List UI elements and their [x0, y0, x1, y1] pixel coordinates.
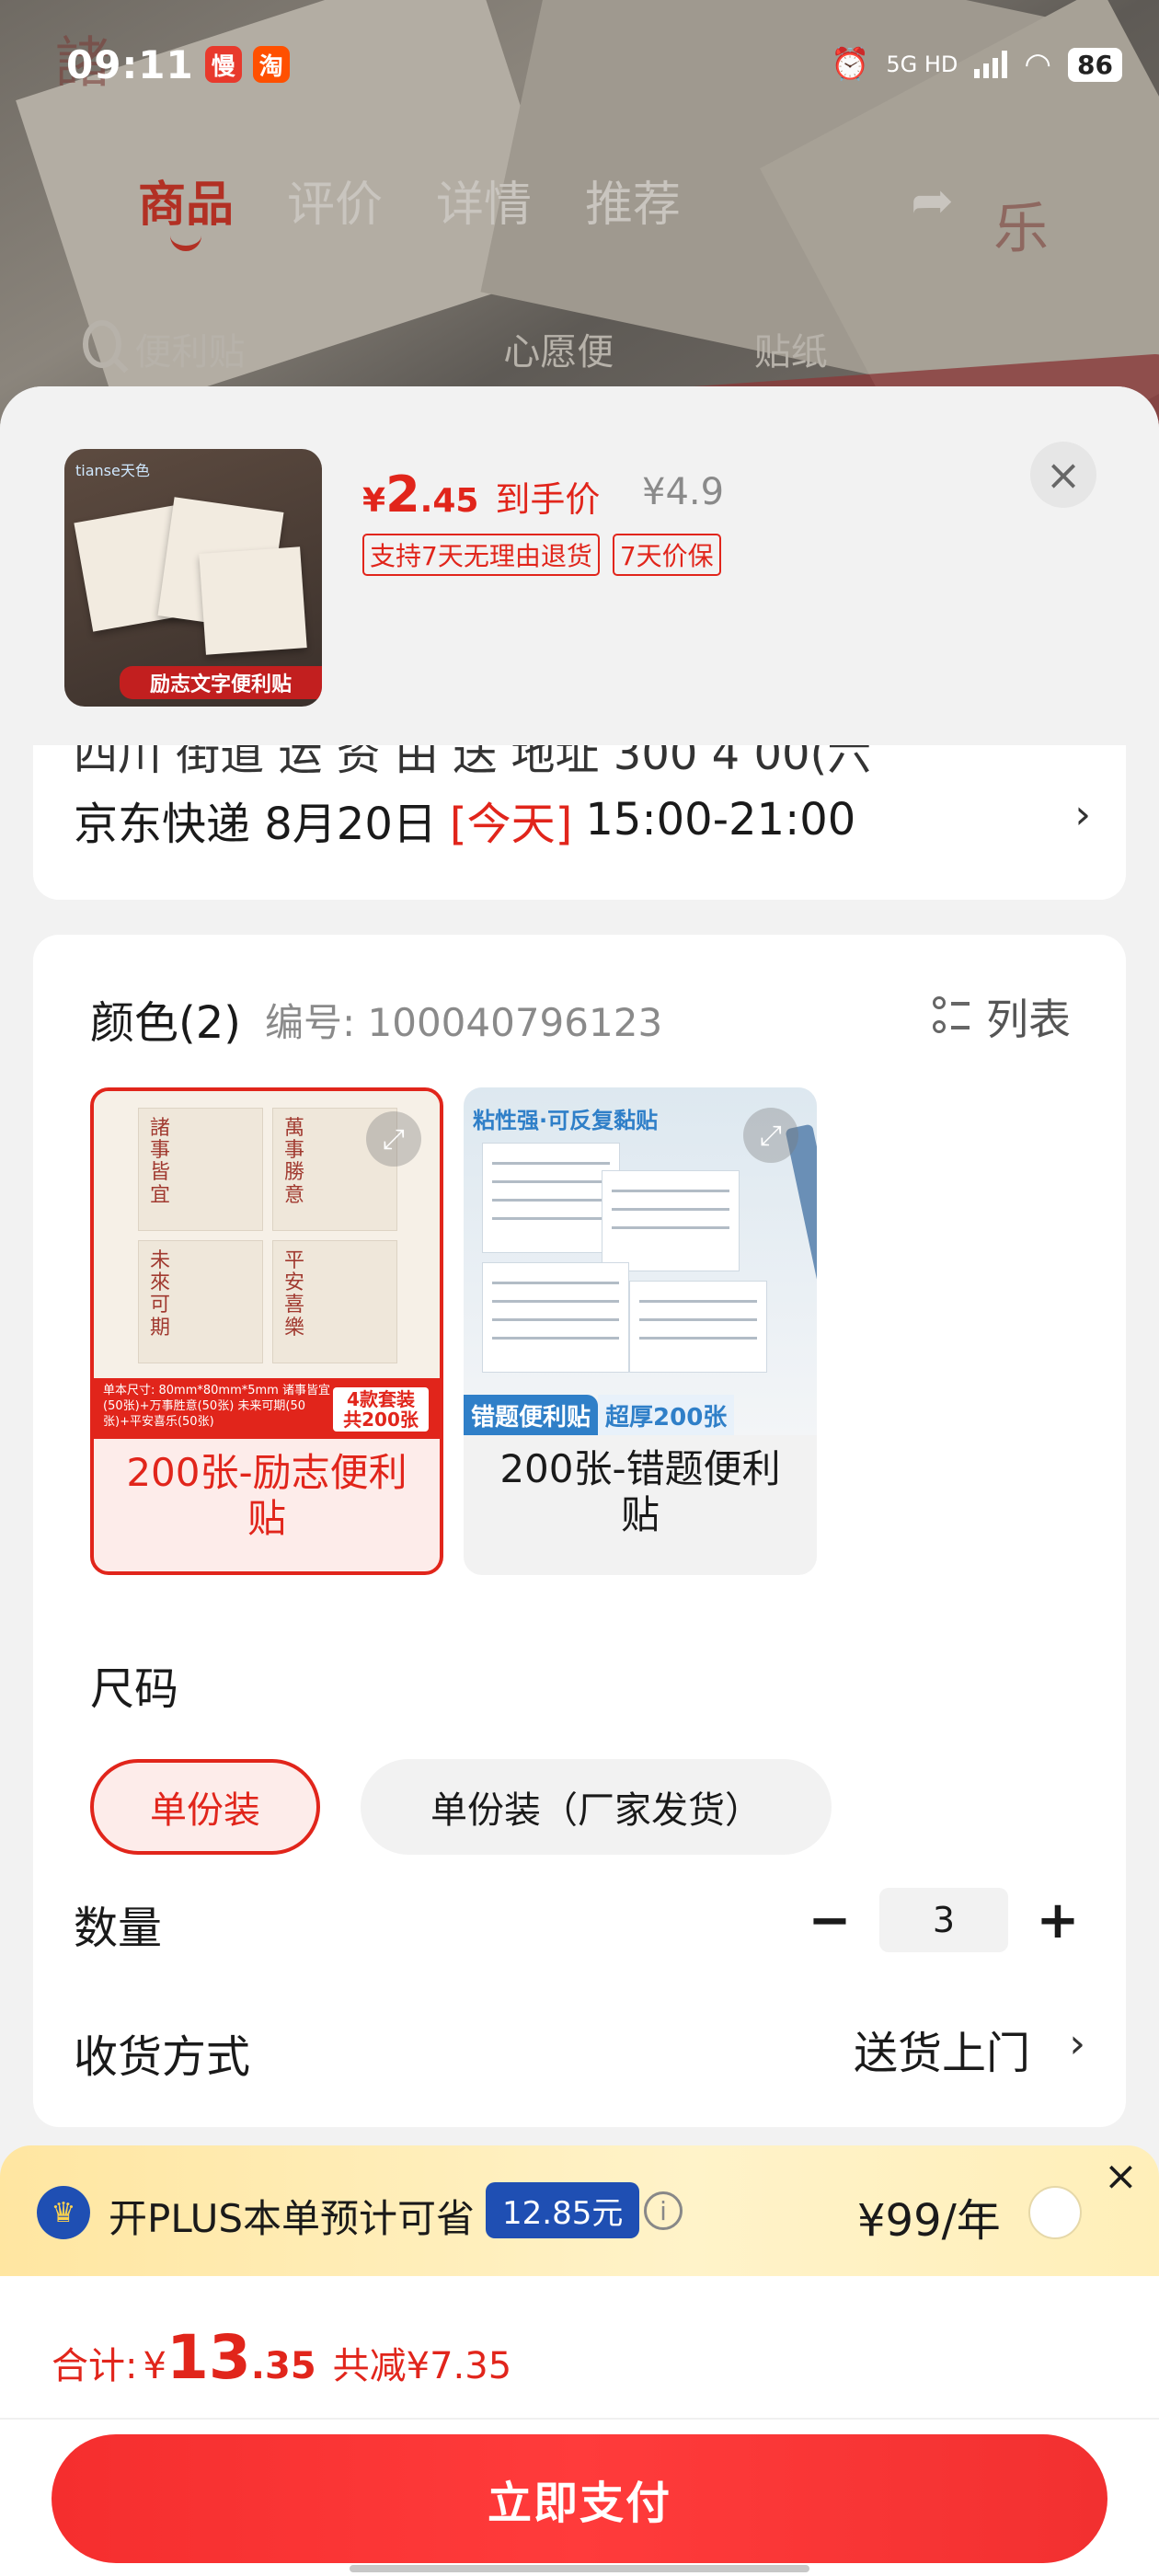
- sku-label: 200张-错题便利贴: [499, 1446, 781, 1538]
- delivery-today: [今天]: [449, 799, 573, 850]
- plus-membership-banner[interactable]: ♛ 开PLUS本单预计可省 12.85元 i ¥99/年 ×: [0, 2145, 1159, 2278]
- list-label: 列表: [986, 995, 1071, 1044]
- thumbnail-ribbon: 励志文字便利贴: [120, 666, 322, 699]
- tab-recommend[interactable]: 推荐: [585, 166, 681, 235]
- delivery-window: 15:00-21:00: [585, 794, 856, 845]
- total-decimal: .35: [250, 2345, 316, 2387]
- crown-icon: ♛: [37, 2186, 90, 2239]
- plus-banner-text: 开PLUS本单预计可省: [109, 2196, 476, 2241]
- sku-spec-text: 单本尺寸: 80mm*80mm*5mm 诸事皆宜(50张)+万事胜意(50张) …: [103, 1384, 330, 1429]
- total-savings: 共减¥7.35: [332, 2345, 512, 2387]
- sku-option-motivational[interactable]: 諸事 皆宜 萬事 勝意 未來 可期 平安 喜樂 ⤢ 单本尺寸: 80mm*80m…: [90, 1087, 443, 1575]
- quantity-label: 数量: [74, 1903, 163, 1954]
- delivery-time-row: 京东快递 8月20日 [今天] 15:00-21:00: [74, 788, 855, 852]
- chevron-right-icon: ›: [1074, 791, 1091, 838]
- final-price: ¥ 2 .45 到手价: [362, 466, 600, 523]
- network-label: 5G HD: [886, 52, 958, 77]
- tab-reviews[interactable]: 评价: [287, 166, 383, 235]
- sku-option-mistakes[interactable]: 粘性强·可反复黏贴 ⤢ 错题便利贴 超厚200张 200张-错题便利贴: [464, 1087, 817, 1575]
- plus-icon[interactable]: +: [1030, 1888, 1085, 1952]
- address-cut-text: 四川 街道 运 资 由 送 地址 300 4 00(六: [74, 745, 872, 780]
- color-section-title: 颜色(2): [90, 997, 241, 1049]
- price-tag-label: 到手价: [495, 479, 601, 520]
- note-text: 諸事 皆宜: [150, 1117, 171, 1207]
- size-option-single[interactable]: 单份装: [90, 1759, 320, 1855]
- tab-product[interactable]: 商品: [138, 166, 234, 251]
- sku-label: 200张-励志便利贴: [126, 1450, 407, 1542]
- sku-banner-secondary: 超厚200张: [598, 1395, 735, 1435]
- wifi-icon: ◠: [1024, 46, 1052, 83]
- order-total: 合计: ¥ 13 .35 共减¥7.35: [52, 2322, 511, 2393]
- currency-symbol: ¥: [143, 2345, 166, 2387]
- sheet-header: tianse天色 励志文字便利贴 ¥ 2 .45 到手价 ¥4.9 支持7天无理…: [0, 386, 1159, 745]
- zoom-icon[interactable]: ⤢: [366, 1111, 421, 1167]
- close-icon[interactable]: ×: [1104, 2156, 1138, 2197]
- brand-logo: tianse天色: [75, 462, 150, 479]
- plus-select-radio[interactable]: [1028, 2186, 1082, 2239]
- delivery-carrier: 京东快递 8月20日: [74, 799, 437, 850]
- home-indicator[interactable]: [350, 2565, 809, 2572]
- info-icon[interactable]: i: [644, 2191, 683, 2230]
- size-section-title: 尺码: [90, 1663, 179, 1715]
- total-label: 合计:: [52, 2345, 138, 2387]
- price-decimal: .45: [419, 482, 479, 520]
- tab-details[interactable]: 详情: [436, 166, 532, 235]
- zoom-icon[interactable]: ⤢: [743, 1108, 798, 1163]
- battery-level: 86: [1068, 47, 1122, 82]
- close-icon[interactable]: ×: [1030, 442, 1096, 508]
- quantity-stepper: − 3 +: [802, 1888, 1085, 1952]
- sku-number: 编号: 100040796123: [265, 1000, 663, 1045]
- currency-symbol: ¥: [362, 482, 386, 520]
- options-card: 颜色(2) 编号: 100040796123 列表 諸事 皆宜 萬事 勝意 未來…: [33, 935, 1126, 2127]
- product-thumbnail[interactable]: tianse天色 励志文字便利贴: [64, 449, 322, 707]
- note-text: 萬事 勝意: [284, 1117, 305, 1207]
- sku-image: 粘性强·可反复黏贴 ⤢ 错题便利贴 超厚200张: [464, 1087, 817, 1435]
- signal-icon: [974, 51, 1008, 78]
- status-time: 09:11: [66, 41, 194, 87]
- plus-savings-amount: 12.85元: [486, 2182, 640, 2238]
- product-nav-tabs: 商品 评价 详情 推荐: [138, 166, 681, 251]
- list-view-toggle[interactable]: 列表: [933, 986, 1071, 1047]
- notification-app-icon: 慢: [204, 46, 242, 83]
- original-price: ¥4.9: [642, 471, 725, 513]
- price-protect-badge: 7天价保: [612, 534, 721, 576]
- plus-price: ¥99/年: [857, 2195, 1001, 2247]
- note-text: 未來 可期: [150, 1249, 171, 1340]
- status-bar: 09:11 慢 淘 ⏰ 5G HD ◠ 86: [0, 0, 1159, 129]
- price-integer: 2: [385, 466, 420, 523]
- alarm-icon: ⏰: [830, 46, 870, 83]
- shipping-label: 收货方式: [74, 2031, 251, 2083]
- taobao-app-icon: 淘: [252, 46, 290, 83]
- return-policy-badge: 支持7天无理由退货: [362, 534, 600, 576]
- list-icon: [933, 996, 970, 1037]
- sku-image: 諸事 皆宜 萬事 勝意 未來 可期 平安 喜樂 ⤢ 单本尺寸: 80mm*80m…: [94, 1091, 440, 1439]
- pay-now-button[interactable]: 立即支付: [52, 2434, 1107, 2563]
- sku-banner-primary: 错题便利贴: [464, 1395, 599, 1435]
- minus-icon[interactable]: −: [802, 1888, 857, 1952]
- delivery-card[interactable]: 四川 街道 运 资 由 送 地址 300 4 00(六 京东快递 8月20日 […: [33, 745, 1126, 900]
- checkout-footer: 合计: ¥ 13 .35 共减¥7.35 立即支付: [0, 2276, 1159, 2576]
- sku-top-text: 粘性强·可反复黏贴: [473, 1108, 659, 1133]
- chevron-right-icon: ›: [1069, 2020, 1085, 2067]
- quantity-row: 数量 − 3 +: [74, 1888, 1085, 1961]
- share-icon[interactable]: ➦: [911, 171, 975, 231]
- footer-divider: [0, 2418, 1159, 2420]
- search-icon[interactable]: [83, 320, 122, 368]
- shipping-method-row[interactable]: 收货方式 送货上门 ›: [74, 2017, 1085, 2090]
- shipping-value: 送货上门: [853, 2028, 1030, 2079]
- quantity-value[interactable]: 3: [879, 1888, 1008, 1952]
- sku-spec-tag: 4款套装 共200张: [333, 1387, 429, 1432]
- service-badges: 支持7天无理由退货 7天价保: [362, 534, 721, 576]
- total-integer: 13: [166, 2322, 251, 2393]
- sku-banner: 错题便利贴 超厚200张: [464, 1395, 817, 1435]
- size-option-single-factory[interactable]: 单份装（厂家发货）: [361, 1759, 832, 1855]
- note-text: 平安 喜樂: [284, 1249, 305, 1340]
